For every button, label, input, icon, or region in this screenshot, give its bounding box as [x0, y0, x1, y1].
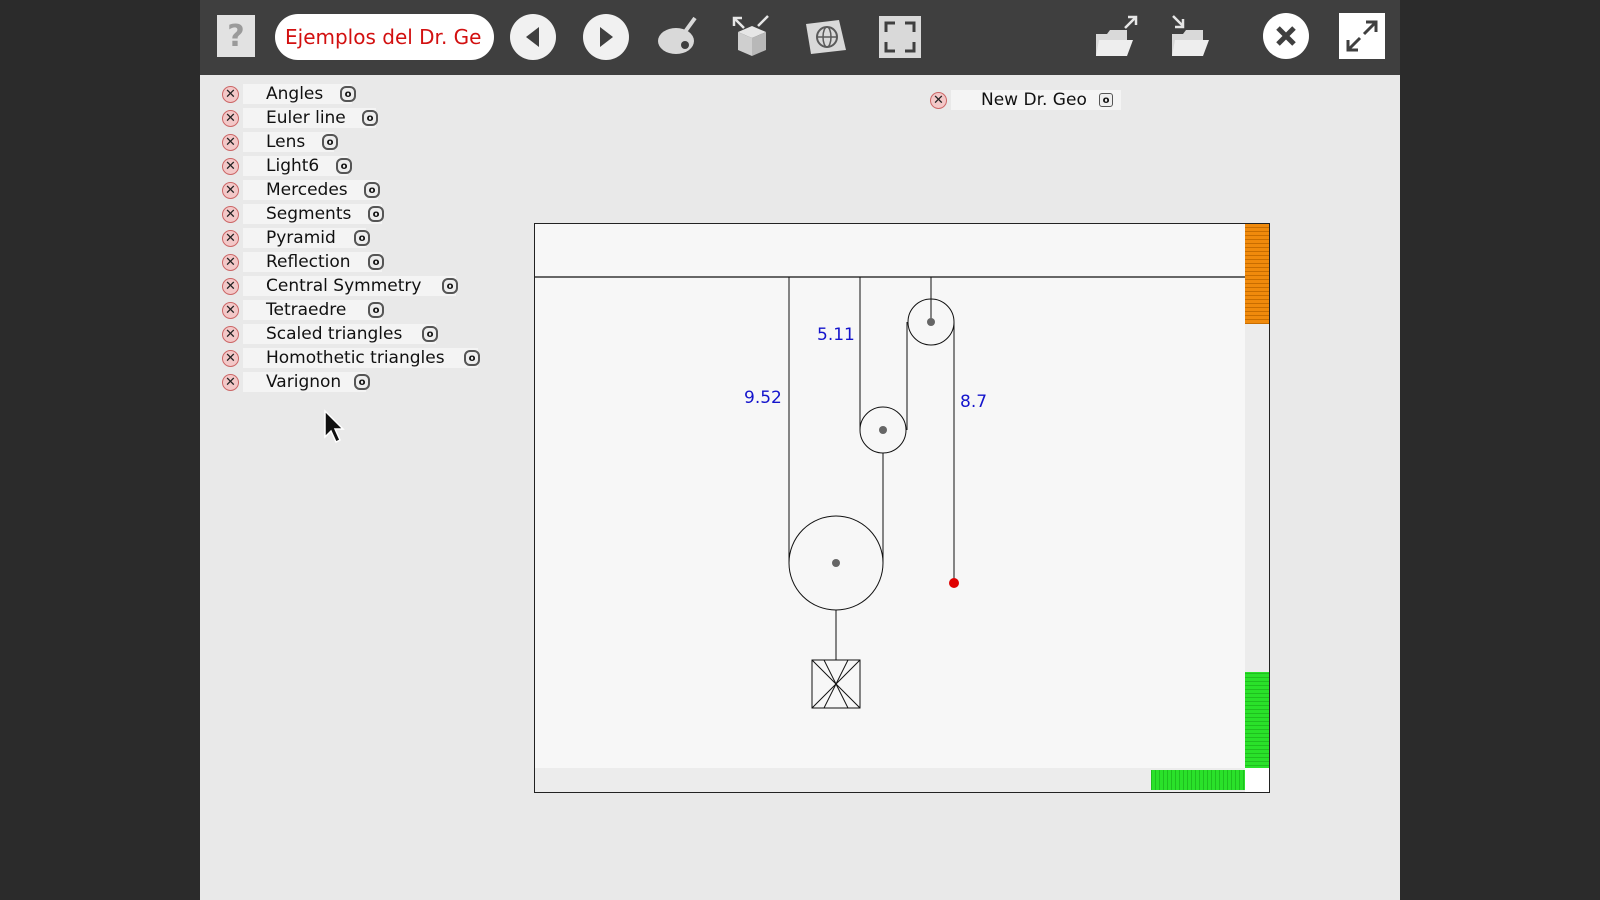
- list-item[interactable]: ✕ Light6 o: [222, 155, 352, 177]
- horizontal-scroll-thumb[interactable]: [1151, 770, 1249, 790]
- list-item[interactable]: ✕ Euler line o: [222, 107, 378, 129]
- sketch-label[interactable]: Scaled triangles: [243, 324, 436, 344]
- open-icon[interactable]: o: [336, 158, 352, 174]
- open-icon[interactable]: o: [364, 182, 380, 198]
- sketch-label[interactable]: Angles: [243, 84, 352, 104]
- close-icon[interactable]: ✕: [222, 277, 239, 295]
- list-item[interactable]: ✕ Angles o: [222, 83, 356, 105]
- pulley-sketch[interactable]: 5.11 9.52 8.7: [535, 224, 1245, 770]
- frame-button[interactable]: [877, 14, 923, 60]
- close-icon[interactable]: ✕: [222, 349, 239, 367]
- length-b-label: 9.52: [744, 388, 782, 408]
- close-icon[interactable]: ✕: [222, 85, 239, 103]
- frame-icon: [879, 16, 921, 58]
- new-drgeo-label[interactable]: New Dr. Geo: [951, 90, 1121, 110]
- close-button[interactable]: [1263, 13, 1309, 59]
- open-icon[interactable]: o: [422, 326, 438, 342]
- weight-box: [811, 659, 861, 709]
- open-export-icon: [1096, 15, 1138, 56]
- open-import-button[interactable]: [1167, 14, 1213, 60]
- sketch-canvas[interactable]: 5.11 9.52 8.7: [534, 223, 1270, 793]
- list-item[interactable]: ✕ Segments o: [222, 203, 384, 225]
- arrow-right-icon: [600, 27, 613, 47]
- list-item[interactable]: ✕ Reflection o: [222, 251, 384, 273]
- help-icon: ?: [227, 18, 245, 54]
- length-a-label: 5.11: [817, 325, 855, 345]
- open-icon[interactable]: o: [362, 110, 378, 126]
- open-icon[interactable]: o: [340, 86, 356, 102]
- close-icon[interactable]: ✕: [222, 133, 239, 151]
- vertical-scroll-thumb-bottom[interactable]: [1245, 672, 1269, 770]
- open-import-icon: [1172, 15, 1209, 56]
- sketch-label[interactable]: Euler line: [243, 108, 376, 128]
- paint-button[interactable]: [655, 14, 701, 60]
- scroll-corner: [1245, 768, 1269, 792]
- length-c-label: 8.7: [960, 392, 987, 412]
- sketch-label[interactable]: Segments: [243, 204, 382, 224]
- list-item[interactable]: ✕ Lens o: [222, 131, 338, 153]
- close-icon[interactable]: ✕: [222, 109, 239, 127]
- web-icon: [806, 20, 846, 54]
- paint-icon: [658, 16, 697, 54]
- close-icon[interactable]: ✕: [930, 91, 947, 109]
- fullscreen-button[interactable]: [1339, 13, 1385, 59]
- open-icon[interactable]: o: [322, 134, 338, 150]
- vertical-scroll-thumb[interactable]: [1245, 224, 1269, 324]
- box-icon: [732, 15, 769, 56]
- drgeo-app: ? Ejemplos del Dr. Ge ✕ Angles o ✕ Euler…: [200, 0, 1400, 900]
- list-item[interactable]: ✕ Scaled triangles o: [222, 323, 438, 345]
- close-icon[interactable]: ✕: [222, 157, 239, 175]
- sketch-label[interactable]: Central Symmetry: [243, 276, 456, 296]
- open-icon[interactable]: o: [464, 350, 480, 366]
- sketch-label[interactable]: Varignon: [243, 372, 366, 392]
- list-item[interactable]: ✕ Central Symmetry o: [222, 275, 458, 297]
- list-item[interactable]: ✕ Tetraedre o: [222, 299, 384, 321]
- list-item[interactable]: ✕ Homothetic triangles o: [222, 347, 480, 369]
- expand-icon: [1346, 20, 1378, 52]
- open-icon[interactable]: o: [368, 302, 384, 318]
- open-export-button[interactable]: [1093, 14, 1139, 60]
- web-button[interactable]: [803, 14, 849, 60]
- close-icon[interactable]: ✕: [222, 325, 239, 343]
- close-icon[interactable]: ✕: [222, 229, 239, 247]
- next-button[interactable]: [583, 14, 629, 60]
- close-icon: [1276, 26, 1296, 46]
- horizontal-scrollbar[interactable]: [535, 768, 1249, 792]
- close-icon[interactable]: ✕: [222, 301, 239, 319]
- help-button[interactable]: ?: [217, 15, 255, 57]
- vertical-scrollbar[interactable]: [1245, 224, 1269, 770]
- close-icon[interactable]: ✕: [222, 373, 239, 391]
- sketch-label[interactable]: Reflection: [243, 252, 382, 272]
- sketch-label[interactable]: Pyramid: [243, 228, 366, 248]
- close-icon[interactable]: ✕: [222, 181, 239, 199]
- open-icon[interactable]: o: [1099, 93, 1113, 107]
- open-icon[interactable]: o: [354, 230, 370, 246]
- list-item[interactable]: ✕ Mercedes o: [222, 179, 380, 201]
- list-item[interactable]: ✕ Varignon o: [222, 371, 370, 393]
- new-drgeo-item[interactable]: ✕ New Dr. Geo o: [930, 89, 1121, 111]
- previous-button[interactable]: [510, 14, 556, 60]
- arrow-left-icon: [526, 27, 539, 47]
- toolbar: ? Ejemplos del Dr. Ge: [200, 0, 1400, 75]
- sketch-label[interactable]: Tetraedre: [243, 300, 382, 320]
- open-icon[interactable]: o: [442, 278, 458, 294]
- mouse-cursor-icon: [324, 409, 345, 444]
- open-icon[interactable]: o: [354, 374, 370, 390]
- close-icon[interactable]: ✕: [222, 253, 239, 271]
- sketch-label[interactable]: Lens: [243, 132, 334, 152]
- close-icon[interactable]: ✕: [222, 205, 239, 223]
- box-button[interactable]: [728, 14, 774, 60]
- open-icon[interactable]: o: [368, 206, 384, 222]
- sketch-label[interactable]: Mercedes: [243, 180, 378, 200]
- sketch-label[interactable]: Homothetic triangles: [243, 348, 478, 368]
- open-icon[interactable]: o: [368, 254, 384, 270]
- free-point: [949, 578, 959, 588]
- list-item[interactable]: ✕ Pyramid o: [222, 227, 370, 249]
- sketch-label[interactable]: Light6: [243, 156, 348, 176]
- title-field[interactable]: Ejemplos del Dr. Ge: [275, 14, 494, 60]
